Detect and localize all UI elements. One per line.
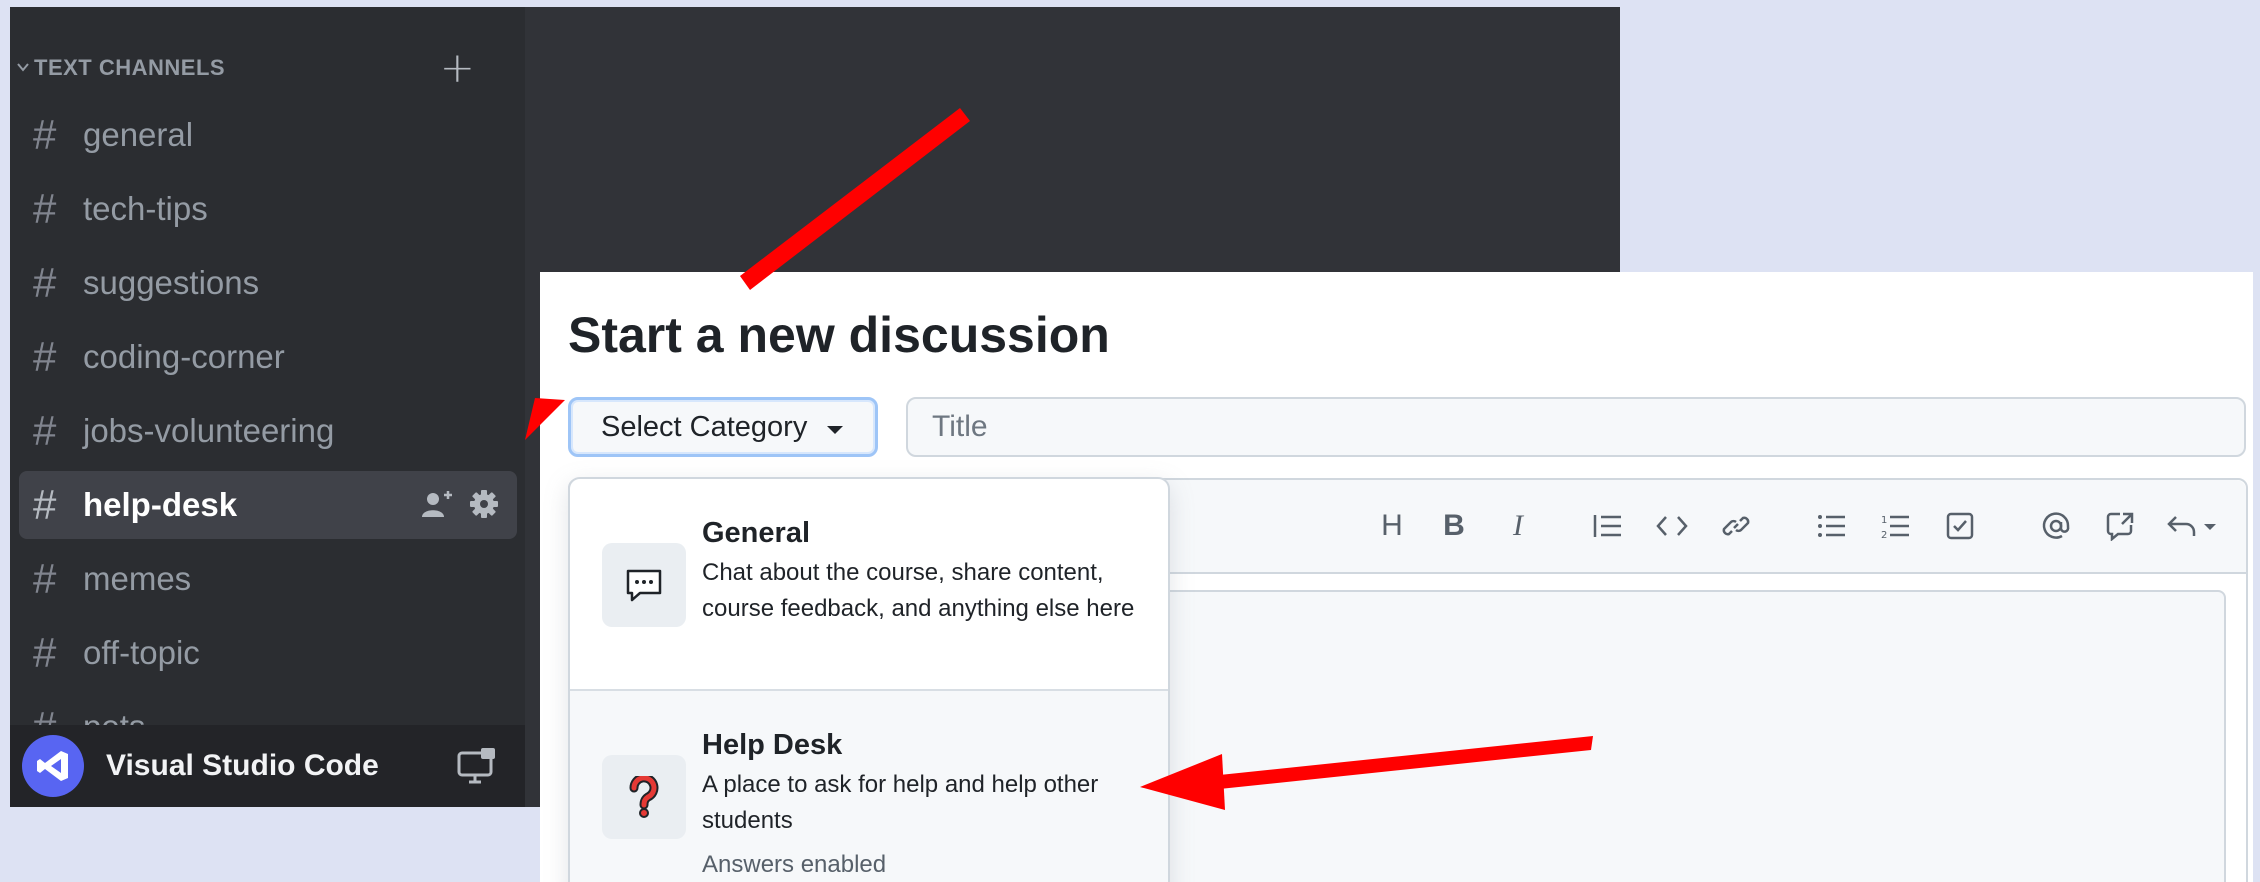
channel-suggestions[interactable]: # suggestions [19, 249, 517, 317]
channel-help-desk[interactable]: # help-desk [19, 471, 517, 539]
answers-enabled-note: Answers enabled [702, 851, 887, 878]
bulleted-list-icon[interactable] [1810, 504, 1854, 548]
channel-name: coding-corner [83, 338, 285, 375]
category-description: Chat about the course, share content, co… [702, 559, 1135, 622]
channel-jobs-volunteering[interactable]: # jobs-volunteering [19, 397, 517, 465]
speech-balloon-icon [602, 543, 686, 627]
gear-icon[interactable] [469, 489, 499, 523]
task-list-icon[interactable] [1938, 504, 1982, 548]
channel-actions [421, 489, 499, 523]
quote-icon[interactable] [1586, 504, 1630, 548]
hash-icon: # [33, 555, 57, 602]
question-mark-icon [602, 755, 686, 839]
new-discussion-panel: Start a new discussion Select Category H… [540, 272, 2253, 882]
reply-icon[interactable] [2162, 504, 2222, 548]
page-title: Start a new discussion [568, 307, 1110, 363]
app-panel: Visual Studio Code [10, 725, 525, 807]
hash-icon: # [33, 481, 57, 528]
italic-icon[interactable]: I [1496, 504, 1540, 548]
channel-memes[interactable]: # memes [19, 545, 517, 613]
category-description: A place to ask for help and help other s… [702, 771, 1099, 834]
add-member-icon[interactable] [421, 489, 455, 523]
category-dropdown-menu: General Chat about the course, share con… [568, 477, 1170, 882]
vscode-logo-icon [37, 751, 68, 781]
numbered-list-icon[interactable]: 12 [1874, 504, 1918, 548]
channel-name: help-desk [83, 486, 238, 523]
bold-icon[interactable]: B [1432, 504, 1476, 548]
channel-name: tech-tips [83, 190, 208, 227]
hash-icon: # [33, 259, 57, 306]
svg-text:2: 2 [1881, 530, 1887, 540]
cross-reference-icon[interactable] [2098, 504, 2142, 548]
channel-off-topic[interactable]: # off-topic [19, 619, 517, 687]
hash-icon: # [33, 629, 57, 676]
code-icon[interactable] [1650, 504, 1694, 548]
channel-name: general [83, 116, 194, 153]
link-icon[interactable] [1714, 504, 1758, 548]
channel-name: suggestions [83, 264, 260, 301]
category-option-help-desk[interactable]: Help Desk A place to ask for help and he… [570, 691, 1168, 882]
hash-icon: # [33, 185, 57, 232]
svg-text:1: 1 [1881, 515, 1887, 526]
channel-name: memes [83, 560, 192, 597]
category-name: Help Desk [702, 729, 843, 761]
title-input[interactable] [906, 397, 2246, 457]
category-select-label: Select Category [601, 410, 808, 443]
channel-tech-tips[interactable]: # tech-tips [19, 175, 517, 243]
avatar[interactable] [22, 735, 84, 797]
channel-general[interactable]: # general [19, 101, 517, 169]
hash-icon: # [33, 111, 57, 158]
category-option-general[interactable]: General Chat about the course, share con… [570, 479, 1168, 691]
category-header-text-channels[interactable]: TEXT CHANNELS + [10, 43, 490, 93]
chevron-down-icon[interactable] [12, 60, 34, 76]
mention-icon[interactable] [2034, 504, 2078, 548]
hash-icon: # [33, 407, 57, 454]
screen-share-icon[interactable] [457, 747, 497, 789]
heading-icon[interactable]: H [1370, 504, 1414, 548]
category-label: TEXT CHANNELS [34, 55, 226, 80]
plus-icon[interactable]: + [440, 45, 475, 91]
caret-down-icon [827, 426, 843, 434]
channel-sidebar: TEXT CHANNELS + # general # tech-tips # … [10, 7, 525, 807]
hash-icon: # [33, 333, 57, 380]
channel-coding-corner[interactable]: # coding-corner [19, 323, 517, 391]
category-name: General [702, 517, 810, 549]
app-name: Visual Studio Code [106, 749, 379, 782]
channel-name: jobs-volunteering [83, 412, 335, 449]
channel-name: off-topic [83, 634, 200, 671]
category-select-button[interactable]: Select Category [568, 397, 878, 457]
